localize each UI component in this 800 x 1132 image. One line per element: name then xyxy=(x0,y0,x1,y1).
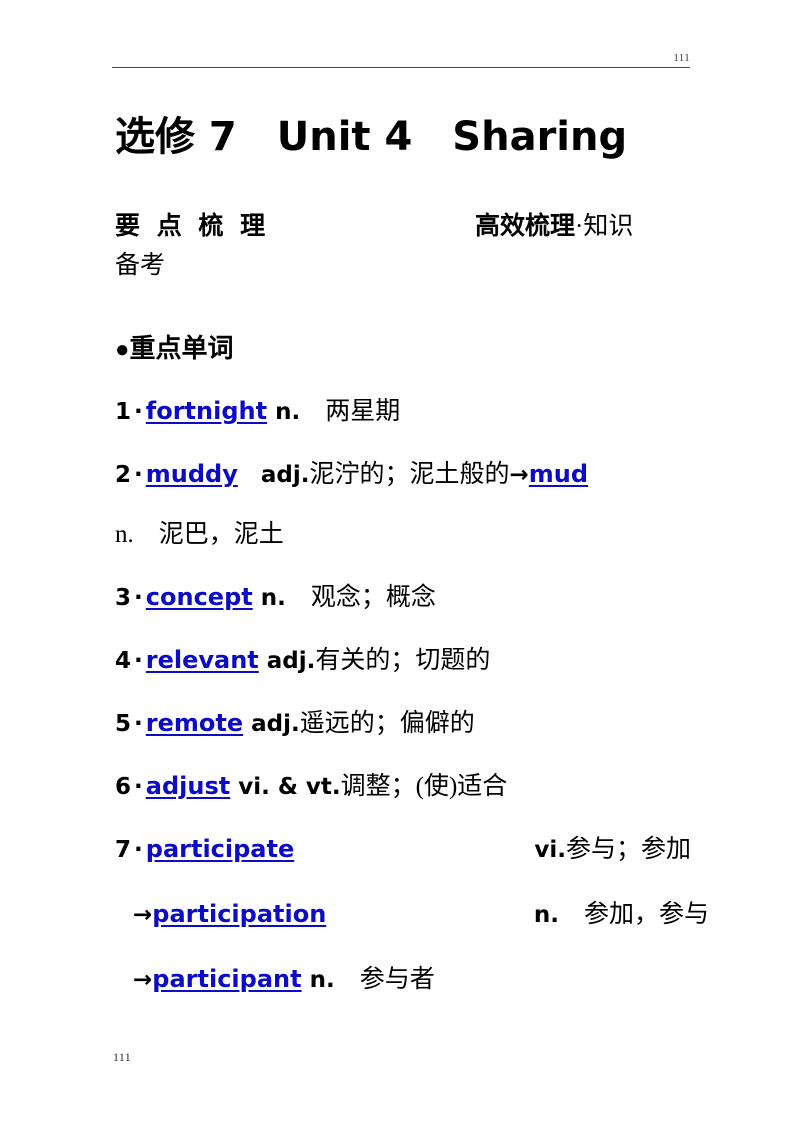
derivative-gloss: 参与者 xyxy=(334,966,435,993)
entry-pos: n. xyxy=(267,399,301,425)
header-page-number: 111 xyxy=(673,52,690,64)
section-label-right-bold: 高效梳理 xyxy=(475,211,576,240)
section-header-row: 要 点 梳 理 高效梳理·知识 xyxy=(115,206,691,246)
entry-gloss: 参与；参加 xyxy=(565,836,691,863)
vocab-entry: 2 · muddy adj.泥泞的；泥土般的→mud xyxy=(115,457,691,492)
entry-separator: · xyxy=(134,774,143,800)
entry-pos: vi. & vt. xyxy=(230,774,341,800)
entry-separator: · xyxy=(134,399,143,425)
entry-continuation-text: n. 泥巴，泥土 xyxy=(115,521,284,548)
vocab-entry: 6 · adjust vi. & vt.调整；(使)适合 xyxy=(115,769,691,804)
entry-pos: vi. xyxy=(534,837,566,863)
section-label-left: 要 点 梳 理 xyxy=(115,211,270,240)
entry-pos: adj. xyxy=(258,648,316,674)
document-content: 选修 7 Unit 4 Sharing 要 点 梳 理 高效梳理·知识 备考 ●… xyxy=(115,96,709,997)
entry-number: 7 xyxy=(115,837,132,863)
entry-pos: adj. xyxy=(243,711,300,737)
entry-gloss: 观念；概念 xyxy=(285,584,436,611)
derivative-pos: n. xyxy=(533,902,559,928)
entry-number: 4 xyxy=(115,648,132,674)
derivation-arrow-icon: → xyxy=(133,967,153,993)
entry-pos: adj. xyxy=(237,462,310,488)
derivative-left: →participation xyxy=(133,897,326,932)
entry-gloss: 遥远的；偏僻的 xyxy=(299,710,475,737)
derivative-pos: n. xyxy=(301,967,335,993)
entry-right: vi.参与；参加 xyxy=(534,833,691,867)
document-page: 111 选修 7 Unit 4 Sharing 要 点 梳 理 高效梳理·知识 … xyxy=(0,0,800,1132)
section-label-right-wrap: 备考 xyxy=(115,252,166,279)
entry-separator: · xyxy=(134,648,143,674)
entry-derived-word[interactable]: mud xyxy=(529,460,588,488)
entry-word[interactable]: fortnight xyxy=(146,397,267,425)
vocab-entry: 7 · participate vi.参与；参加 xyxy=(115,832,691,867)
entry-gloss: 有关的；切题的 xyxy=(315,647,491,674)
entry-word[interactable]: adjust xyxy=(146,772,230,800)
entry-separator: · xyxy=(134,585,143,611)
entry-number: 6 xyxy=(115,774,132,800)
entry-word[interactable]: muddy xyxy=(146,460,238,488)
entry-number: 5 xyxy=(115,711,132,737)
derivative-entry: →participant n. 参与者 xyxy=(115,962,691,997)
entry-number: 1 xyxy=(115,399,132,425)
derivation-arrow-icon: → xyxy=(133,902,153,928)
derivative-right: n. 参加，参与 xyxy=(534,898,709,932)
subsection-heading-label: 重点单词 xyxy=(129,334,234,363)
vocab-entry: 3 · concept n. 观念；概念 xyxy=(115,580,691,615)
section-label-right: 高效梳理·知识 xyxy=(475,206,800,247)
entry-gloss: 调整；(使)适合 xyxy=(340,773,508,800)
derivation-arrow-icon: → xyxy=(509,462,529,488)
entry-left: 7 · participate xyxy=(115,832,294,867)
entry-continuation: n. 泥巴，泥土 xyxy=(115,518,691,552)
entry-gloss: 两星期 xyxy=(300,398,401,425)
entry-pos: n. xyxy=(252,585,286,611)
entry-word[interactable]: relevant xyxy=(146,646,259,674)
entry-gloss: 泥泞的；泥土般的 xyxy=(309,461,510,488)
bullet-icon: ● xyxy=(115,337,130,363)
vocab-entry: 4 · relevant adj.有关的；切题的 xyxy=(115,643,691,678)
entry-word[interactable]: remote xyxy=(146,709,243,737)
section-label-right-light: ·知识 xyxy=(575,213,634,240)
derivative-word[interactable]: participant xyxy=(152,965,301,993)
derivative-word[interactable]: participation xyxy=(152,900,326,928)
entry-separator: · xyxy=(134,837,143,863)
vocab-entry: 1 · fortnight n. 两星期 xyxy=(115,394,691,429)
running-header: 111 xyxy=(112,52,690,68)
entry-word[interactable]: concept xyxy=(146,583,253,611)
derivative-entry: →participation n. 参加，参与 xyxy=(115,897,709,932)
entry-word[interactable]: participate xyxy=(146,835,295,863)
entry-number: 3 xyxy=(115,585,132,611)
header-rule xyxy=(112,67,690,68)
page-title: 选修 7 Unit 4 Sharing xyxy=(115,114,628,160)
entry-separator: · xyxy=(134,711,143,737)
entry-separator: · xyxy=(134,462,143,488)
entry-number: 2 xyxy=(115,462,132,488)
vocab-entry: 5 · remote adj.遥远的；偏僻的 xyxy=(115,706,691,741)
footer-page-number: 111 xyxy=(113,1050,132,1064)
subsection-heading: ●重点单词 xyxy=(115,332,691,366)
derivative-gloss: 参加，参与 xyxy=(558,901,709,928)
